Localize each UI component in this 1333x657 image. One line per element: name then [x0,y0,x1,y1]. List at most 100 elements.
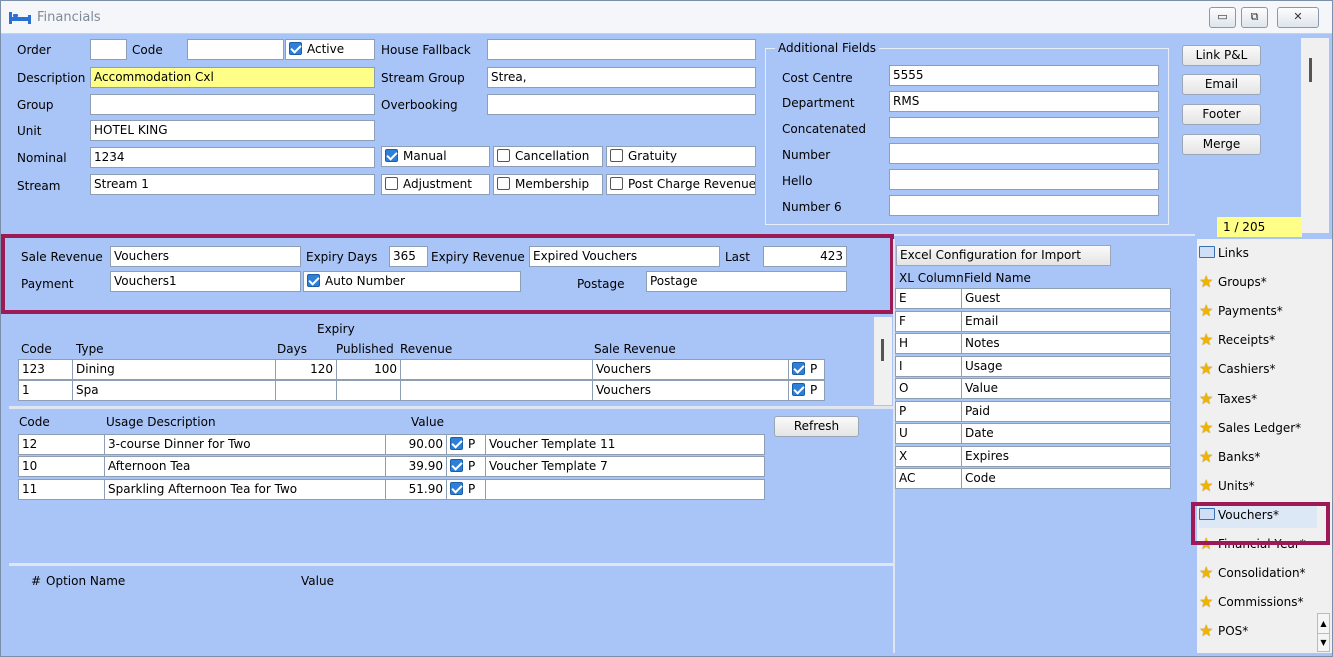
minimize-button[interactable]: ▭ [1209,7,1236,28]
types-type-cell[interactable]: Spa [72,380,276,401]
excel-column-cell[interactable]: O [895,378,962,399]
sidebar-item-cashiers[interactable]: ★ Cashiers* [1199,356,1317,382]
adjustment-checkbox[interactable]: Adjustment [381,174,490,195]
usage-template-cell[interactable]: Voucher Template 11 [485,434,765,455]
membership-checkbox[interactable]: Membership [493,174,603,195]
manual-checkbox[interactable]: Manual [381,146,490,167]
code-input[interactable] [187,39,284,60]
types-p-checkbox[interactable]: P [788,380,825,401]
excel-column-cell[interactable]: P [895,400,962,422]
excel-field-cell[interactable]: Paid [961,400,1171,422]
sidebar-item-pos[interactable]: ★ POS* [1199,618,1317,644]
order-input[interactable] [90,39,127,60]
excel-field-cell[interactable]: Date [961,423,1171,444]
number-input[interactable] [889,143,1159,164]
sidebar-item-receipts[interactable]: ★ Receipts* [1199,327,1317,353]
cost-centre-input[interactable]: 5555 [889,65,1159,86]
excel-field-cell[interactable]: Expires [961,445,1171,467]
usage-template-cell[interactable]: Voucher Template 7 [485,456,765,477]
active-checkbox[interactable]: Active [285,39,375,60]
types-published-cell[interactable]: 100 [336,359,401,380]
scroll-up-icon[interactable]: ▲ [1318,614,1329,633]
overbooking-input[interactable] [487,94,756,115]
types-code-cell[interactable]: 1 [18,380,73,401]
usage-p-checkbox[interactable]: P [446,434,486,455]
types-days-cell[interactable]: 120 [275,359,337,380]
usage-value-cell[interactable]: 51.90 [385,479,447,500]
unit-input[interactable]: HOTEL KING [90,120,375,141]
excel-column-cell[interactable]: AC [895,468,962,489]
close-button[interactable]: ✕ [1277,7,1319,28]
sidebar-item-links[interactable]: Links [1199,240,1317,266]
excel-field-cell[interactable]: Usage [961,355,1171,377]
excel-column-cell[interactable]: E [895,288,962,309]
hello-input[interactable] [889,169,1159,190]
stream-input[interactable]: Stream 1 [90,174,375,195]
excel-column-cell[interactable]: F [895,310,962,332]
usage-code-cell[interactable]: 11 [18,479,105,500]
usage-code-cell[interactable]: 12 [18,434,105,455]
excel-column-cell[interactable]: I [895,355,962,377]
voucher-settings-highlight [1,234,894,314]
concatenated-input[interactable] [889,117,1159,138]
top-scrollbar[interactable] [1301,38,1329,233]
excel-field-cell[interactable]: Value [961,378,1171,399]
types-sale-revenue-cell[interactable]: Vouchers [592,380,789,401]
scroll-down-icon[interactable]: ▼ [1318,633,1329,651]
types-scrollbar[interactable] [874,317,892,405]
sidebar-item-commissions[interactable]: ★ Commissions* [1199,589,1317,615]
excel-column-cell[interactable]: X [895,445,962,467]
merge-button[interactable]: Merge [1182,134,1261,155]
link-pl-button[interactable]: Link P&L [1182,45,1261,66]
hello-label: Hello [782,174,813,188]
sidebar-item-taxes[interactable]: ★ Taxes* [1199,386,1317,412]
usage-description-cell[interactable]: 3-course Dinner for Two [104,434,386,455]
types-code-cell[interactable]: 123 [18,359,73,380]
department-input[interactable]: RMS [889,91,1159,112]
usage-p-checkbox[interactable]: P [446,479,486,500]
nominal-input[interactable]: 1234 [90,147,375,168]
restore-button[interactable]: ⧉ [1241,7,1268,28]
usage-code-cell[interactable]: 10 [18,456,105,477]
top-scroll-thumb[interactable] [1309,58,1312,82]
sidebar-item-sales-ledger[interactable]: ★ Sales Ledger* [1199,415,1317,441]
excel-field-cell[interactable]: Notes [961,333,1171,354]
gratuity-checkbox[interactable]: Gratuity [606,146,756,167]
sidebar-item-consolidation[interactable]: ★ Consolidation* [1199,560,1317,586]
usage-value-cell[interactable]: 39.90 [385,456,447,477]
refresh-button[interactable]: Refresh [774,416,859,437]
types-type-cell[interactable]: Dining [72,359,276,380]
usage-template-cell[interactable] [485,479,765,500]
excel-column-cell[interactable]: H [895,333,962,354]
house-fallback-input[interactable] [487,39,756,60]
post-charge-checkbox[interactable]: Post Charge Revenue [606,174,756,195]
sidebar-item-groups[interactable]: ★ Groups* [1199,269,1317,295]
usage-value-cell[interactable]: 90.00 [385,434,447,455]
types-revenue-cell[interactable] [400,359,593,380]
usage-p-checkbox[interactable]: P [446,456,486,477]
types-published-cell[interactable] [336,380,401,401]
description-input[interactable]: Accommodation Cxl [90,67,375,88]
sidebar-item-banks[interactable]: ★ Banks* [1199,444,1317,470]
group-input[interactable] [90,94,375,115]
excel-field-cell[interactable]: Email [961,310,1171,332]
types-sale-revenue-cell[interactable]: Vouchers [592,359,789,380]
excel-field-cell[interactable]: Code [961,468,1171,489]
usage-description-cell[interactable]: Sparkling Afternoon Tea for Two [104,479,386,500]
number6-input[interactable] [889,195,1159,216]
footer-button[interactable]: Footer [1182,104,1261,125]
excel-field-cell[interactable]: Guest [961,288,1171,309]
email-button[interactable]: Email [1182,74,1261,95]
sidebar-scrollbar[interactable]: ▲ ▼ [1317,613,1330,652]
types-revenue-cell[interactable] [400,380,593,401]
sidebar-item-units[interactable]: ★ Units* [1199,473,1317,499]
cancellation-checkbox[interactable]: Cancellation [493,146,603,167]
types-days-cell[interactable] [275,380,337,401]
types-scroll-thumb[interactable] [881,339,884,361]
excel-config-button[interactable]: Excel Configuration for Import [896,245,1111,266]
sidebar-item-payments[interactable]: ★ Payments* [1199,298,1317,324]
usage-description-cell[interactable]: Afternoon Tea [104,456,386,477]
types-p-checkbox[interactable]: P [788,359,825,380]
stream-group-input[interactable]: Strea, [487,67,756,88]
excel-column-cell[interactable]: U [895,423,962,444]
